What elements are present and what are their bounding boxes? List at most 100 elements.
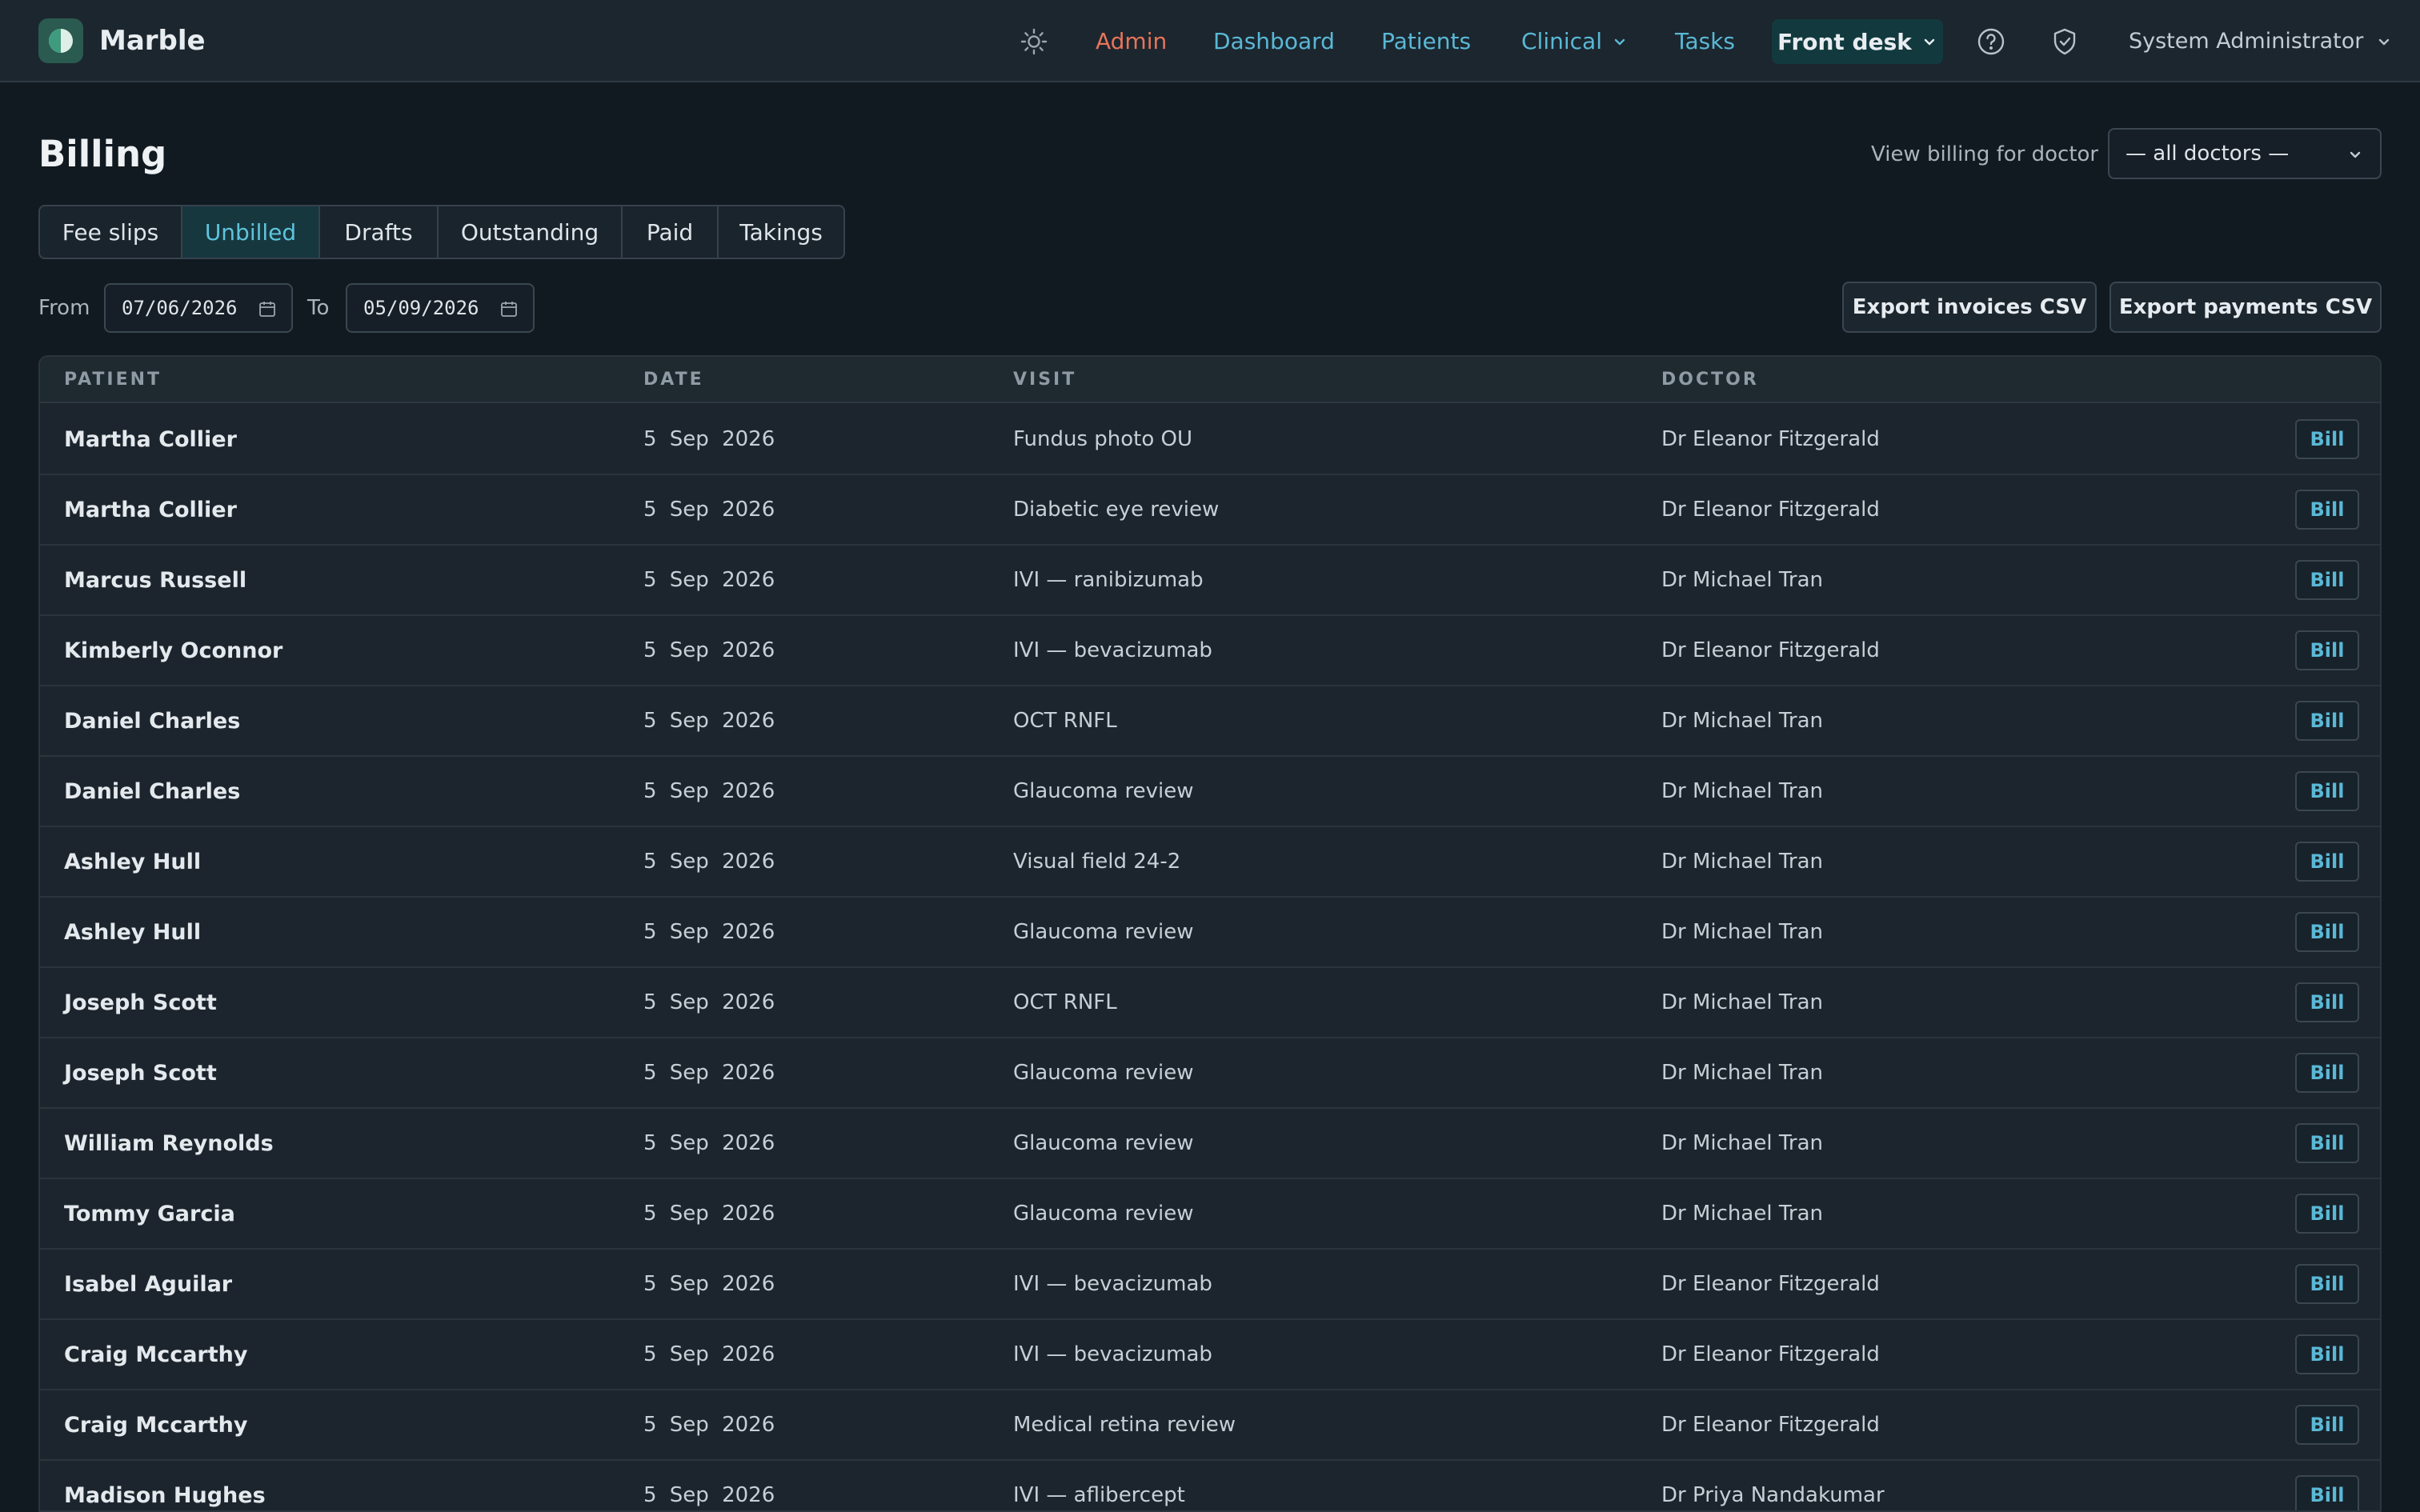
patient-cell[interactable]: William Reynolds xyxy=(64,1109,274,1178)
brand[interactable]: Marble xyxy=(38,18,206,63)
doctor-cell: Dr Michael Tran xyxy=(1661,1131,1823,1155)
bill-button[interactable]: Bill xyxy=(2295,490,2359,530)
table-row: Ashley Hull 5 Sep 2026 Visual field 24-2 Dr… xyxy=(40,827,2380,898)
bill-button[interactable]: Bill xyxy=(2295,1053,2359,1093)
patient-cell[interactable]: Daniel Charles xyxy=(64,686,240,755)
nav-dashboard[interactable]: Dashboard xyxy=(1213,0,1335,82)
patient-cell[interactable]: Joseph Scott xyxy=(64,1038,217,1107)
table-row: Daniel Charles 5 Sep 2026 Glaucoma review D… xyxy=(40,757,2380,827)
shield-check-icon[interactable] xyxy=(2047,24,2082,59)
header-visit: VISIT xyxy=(1013,370,1077,390)
bill-button[interactable]: Bill xyxy=(2295,419,2359,459)
top-nav-bar: Marble Admin Dashboard Patients Clinical… xyxy=(0,0,2420,82)
bill-button[interactable]: Bill xyxy=(2295,1123,2359,1163)
bill-button[interactable]: Bill xyxy=(2295,1264,2359,1304)
date-cell: 5 Sep 2026 xyxy=(643,568,775,592)
doctor-filter-select[interactable]: — all doctors — xyxy=(2108,128,2382,179)
doctor-cell: Dr Eleanor Fitzgerald xyxy=(1661,1342,1880,1366)
nav-front-desk[interactable]: Front desk xyxy=(1772,19,1943,64)
visit-cell: Fundus photo OU xyxy=(1013,427,1193,451)
table-row: Daniel Charles 5 Sep 2026 OCT RNFL Dr Micha… xyxy=(40,686,2380,757)
user-menu[interactable]: System Administrator xyxy=(2129,0,2392,82)
date-cell: 5 Sep 2026 xyxy=(643,638,775,662)
export-payments-button[interactable]: Export payments CSV xyxy=(2109,282,2382,333)
to-date-input[interactable]: 05/09/2026 xyxy=(346,283,535,333)
table-row: Joseph Scott 5 Sep 2026 Glaucoma review Dr … xyxy=(40,1038,2380,1109)
table-row: Martha Collier 5 Sep 2026 Diabetic eye rev… xyxy=(40,475,2380,546)
tab-takings[interactable]: Takings xyxy=(719,206,843,258)
bill-button[interactable]: Bill xyxy=(2295,771,2359,811)
doctor-cell: Dr Michael Tran xyxy=(1661,990,1823,1014)
nav-tasks[interactable]: Tasks xyxy=(1675,0,1735,82)
nav-patients[interactable]: Patients xyxy=(1381,0,1471,82)
bill-button[interactable]: Bill xyxy=(2295,1475,2359,1510)
table-row: Joseph Scott 5 Sep 2026 OCT RNFL Dr Michael… xyxy=(40,968,2380,1038)
marble-logo-icon xyxy=(38,18,83,63)
patient-cell[interactable]: Isabel Aguilar xyxy=(64,1250,232,1318)
bill-button[interactable]: Bill xyxy=(2295,630,2359,670)
patient-cell[interactable]: Ashley Hull xyxy=(64,898,201,966)
nav-admin[interactable]: Admin xyxy=(1096,0,1167,82)
tab-fee-slips[interactable]: Fee slips xyxy=(40,206,182,258)
app-name: Marble xyxy=(99,25,206,57)
from-date-input[interactable]: 07/06/2026 xyxy=(104,283,293,333)
visit-cell: OCT RNFL xyxy=(1013,990,1117,1014)
table-row: Marcus Russell 5 Sep 2026 IVI — ranibizuma… xyxy=(40,546,2380,616)
table-row: Craig Mccarthy 5 Sep 2026 Medical retina r… xyxy=(40,1390,2380,1461)
patient-cell[interactable]: Madison Hughes xyxy=(64,1461,266,1510)
patient-cell[interactable]: Kimberly Oconnor xyxy=(64,616,282,685)
patient-cell[interactable]: Ashley Hull xyxy=(64,827,201,896)
bill-button[interactable]: Bill xyxy=(2295,842,2359,882)
date-cell: 5 Sep 2026 xyxy=(643,1202,775,1226)
table-row: Martha Collier 5 Sep 2026 Fundus photo OU D… xyxy=(40,405,2380,475)
bill-button[interactable]: Bill xyxy=(2295,982,2359,1022)
chevron-down-icon xyxy=(2379,38,2390,45)
patient-cell[interactable]: Marcus Russell xyxy=(64,546,246,614)
patient-cell[interactable]: Daniel Charles xyxy=(64,757,240,826)
bill-button[interactable]: Bill xyxy=(2295,1405,2359,1445)
bill-button[interactable]: Bill xyxy=(2295,912,2359,952)
visit-cell: IVI — aflibercept xyxy=(1013,1483,1185,1507)
date-cell: 5 Sep 2026 xyxy=(643,990,775,1014)
patient-cell[interactable]: Martha Collier xyxy=(64,475,237,544)
doctor-cell: Dr Priya Nandakumar xyxy=(1661,1483,1885,1507)
date-cell: 5 Sep 2026 xyxy=(643,1483,775,1507)
billing-tabs: Fee slips Unbilled Drafts Outstanding Pa… xyxy=(38,205,845,259)
visit-cell: OCT RNFL xyxy=(1013,709,1117,733)
bill-button[interactable]: Bill xyxy=(2295,560,2359,600)
nav-clinical[interactable]: Clinical xyxy=(1521,0,1628,82)
bill-button[interactable]: Bill xyxy=(2295,701,2359,741)
patient-cell[interactable]: Joseph Scott xyxy=(64,968,217,1037)
tab-outstanding[interactable]: Outstanding xyxy=(439,206,623,258)
patient-cell[interactable]: Tommy Garcia xyxy=(64,1179,235,1248)
visit-cell: Medical retina review xyxy=(1013,1413,1236,1437)
user-name: System Administrator xyxy=(2129,29,2364,54)
doctor-cell: Dr Michael Tran xyxy=(1661,568,1823,592)
patient-cell[interactable]: Craig Mccarthy xyxy=(64,1390,247,1459)
theme-toggle-sun-icon[interactable] xyxy=(1016,24,1052,59)
help-icon[interactable] xyxy=(1973,24,2009,59)
visit-cell: Visual field 24-2 xyxy=(1013,850,1181,874)
doctor-cell: Dr Michael Tran xyxy=(1661,709,1823,733)
export-invoices-button[interactable]: Export invoices CSV xyxy=(1842,282,2097,333)
header-patient: PATIENT xyxy=(64,370,162,390)
date-cell: 5 Sep 2026 xyxy=(643,1131,775,1155)
visit-cell: Diabetic eye review xyxy=(1013,498,1220,522)
date-cell: 5 Sep 2026 xyxy=(643,498,775,522)
doctor-cell: Dr Michael Tran xyxy=(1661,920,1823,944)
date-cell: 5 Sep 2026 xyxy=(643,850,775,874)
patient-cell[interactable]: Martha Collier xyxy=(64,405,237,474)
tab-drafts[interactable]: Drafts xyxy=(320,206,439,258)
date-cell: 5 Sep 2026 xyxy=(643,920,775,944)
patient-cell[interactable]: Craig Mccarthy xyxy=(64,1320,247,1389)
calendar-icon[interactable] xyxy=(258,299,277,318)
tab-paid[interactable]: Paid xyxy=(623,206,719,258)
bill-button[interactable]: Bill xyxy=(2295,1194,2359,1234)
calendar-icon[interactable] xyxy=(499,299,519,318)
tab-unbilled[interactable]: Unbilled xyxy=(182,206,320,258)
header-date: DATE xyxy=(643,370,704,390)
table-row: Madison Hughes 5 Sep 2026 IVI — aflibercep… xyxy=(40,1461,2380,1510)
date-cell: 5 Sep 2026 xyxy=(643,1061,775,1085)
bill-button[interactable]: Bill xyxy=(2295,1334,2359,1374)
visit-cell: Glaucoma review xyxy=(1013,1131,1194,1155)
